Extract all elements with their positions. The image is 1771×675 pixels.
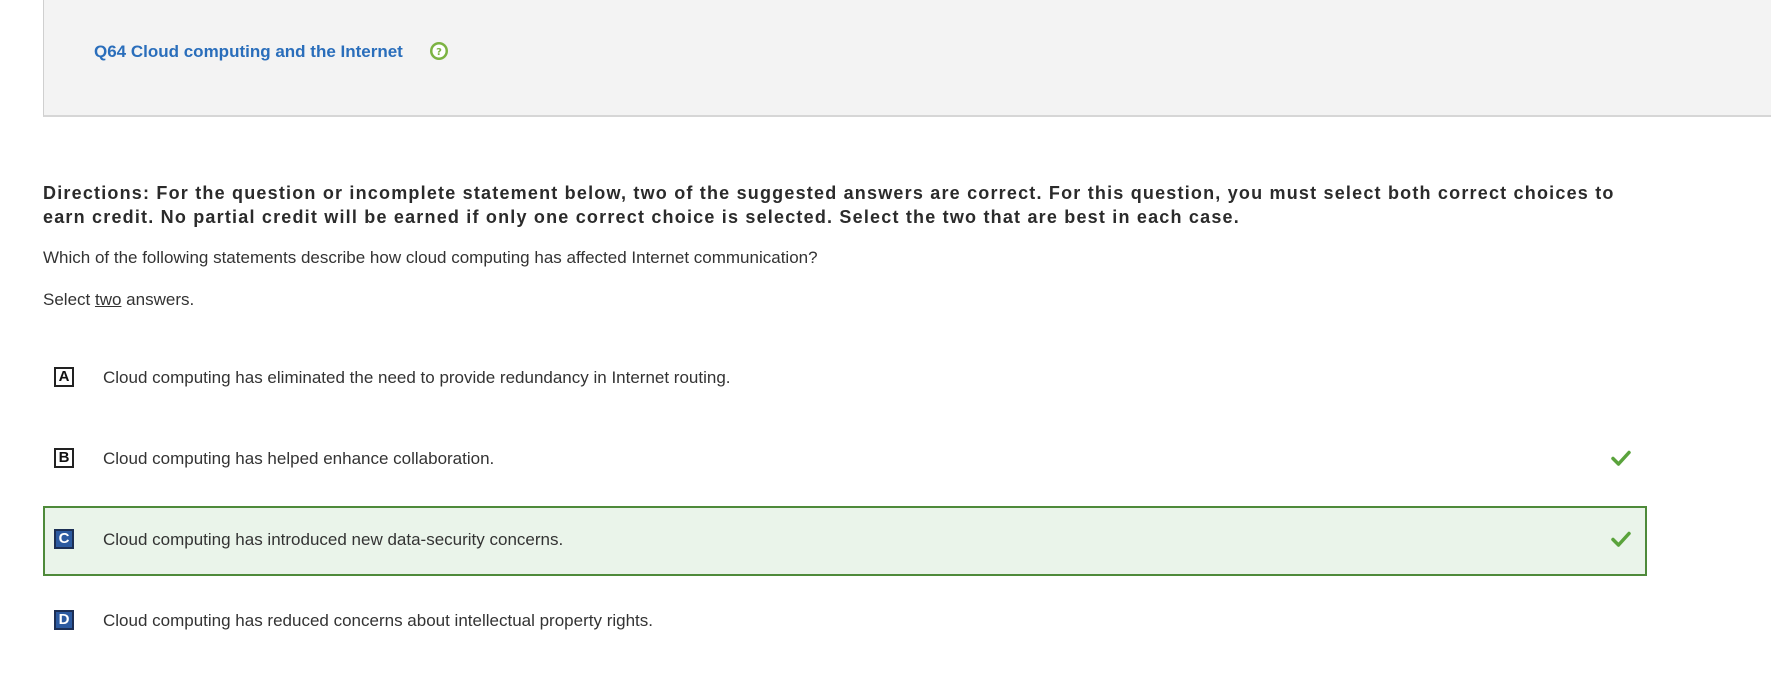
correct-check-icon	[1611, 450, 1631, 466]
answer-option-d[interactable]: D Cloud computing has reduced concerns a…	[43, 587, 1647, 657]
option-text-d: Cloud computing has reduced concerns abo…	[103, 611, 653, 630]
question-text: Which of the following statements descri…	[43, 248, 818, 267]
option-letter-c: C	[54, 529, 74, 549]
option-letter-d: D	[54, 610, 74, 630]
option-text-b: Cloud computing has helped enhance colla…	[103, 449, 495, 468]
question-title-link[interactable]: Q64 Cloud computing and the Internet	[94, 42, 403, 62]
correct-check-icon	[1611, 531, 1631, 547]
select-instruction: Select two answers.	[43, 290, 194, 310]
option-text-a: Cloud computing has eliminated the need …	[103, 368, 731, 387]
answer-option-a[interactable]: A Cloud computing has eliminated the nee…	[43, 344, 1647, 414]
select-count: two	[94, 290, 122, 309]
option-text-c: Cloud computing has introduced new data-…	[103, 530, 564, 549]
answer-option-b[interactable]: B Cloud computing has helped enhance col…	[43, 425, 1647, 495]
answer-option-c[interactable]: C Cloud computing has introduced new dat…	[43, 506, 1647, 576]
select-prefix: Select	[43, 290, 95, 309]
svg-text:?: ?	[436, 47, 442, 58]
option-letter-a: A	[54, 367, 74, 387]
option-letter-b: B	[54, 448, 74, 468]
question-header-panel: Q64 Cloud computing and the Internet ?	[43, 0, 1771, 117]
help-question-icon[interactable]: ?	[429, 41, 449, 61]
select-suffix: answers.	[121, 290, 195, 309]
directions-text: Directions: For the question or incomple…	[43, 183, 1615, 227]
